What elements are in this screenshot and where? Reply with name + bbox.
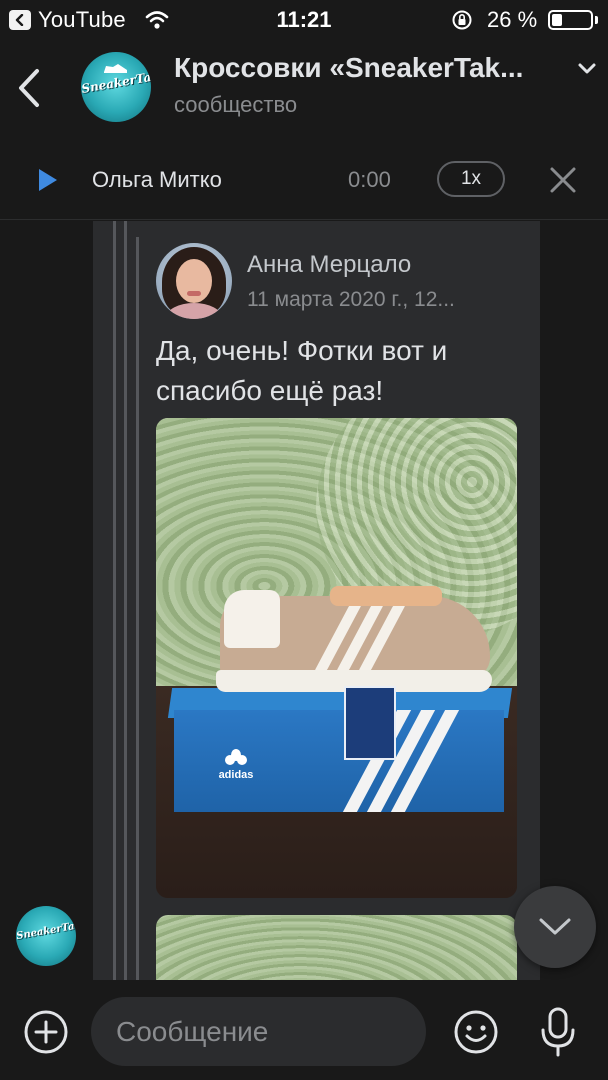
quoted-author-name[interactable]: Анна Мерцало bbox=[247, 251, 411, 279]
playback-speed-button[interactable]: 1x bbox=[437, 161, 505, 197]
audio-time: 0:00 bbox=[348, 167, 391, 192]
chevron-down-icon bbox=[539, 918, 571, 935]
message-input[interactable]: Сообщение bbox=[91, 997, 426, 1066]
chat-title[interactable]: Кроссовки «SneakerTak... bbox=[174, 52, 569, 84]
close-icon[interactable] bbox=[549, 166, 577, 199]
status-bar: YouTube 11:21 26 % bbox=[0, 0, 608, 40]
author-avatar[interactable] bbox=[156, 243, 232, 319]
battery-icon bbox=[548, 10, 593, 30]
play-icon[interactable] bbox=[37, 167, 59, 198]
quote-line bbox=[113, 221, 116, 980]
orientation-lock-icon bbox=[451, 9, 473, 36]
chat-header: SneakerTakes Кроссовки «SneakerTak... со… bbox=[0, 40, 608, 140]
chevron-down-icon[interactable] bbox=[577, 62, 597, 81]
sneaker-logo-icon bbox=[104, 64, 127, 73]
quoted-post-date: 11 марта 2020 г., 12... bbox=[247, 288, 455, 311]
battery-level bbox=[552, 14, 562, 26]
quoted-post-text: Да, очень! Фотки вот и спасибо ещё раз! bbox=[156, 335, 448, 406]
community-logo-text: SneakerTakes bbox=[16, 917, 76, 943]
message-feed[interactable]: Анна Мерцало 11 марта 2020 г., 12... Да,… bbox=[0, 221, 608, 980]
box-brand-text: adidas bbox=[218, 769, 254, 781]
battery-percent: 26 % bbox=[487, 7, 538, 32]
scroll-to-bottom-button[interactable] bbox=[514, 886, 596, 968]
chat-subtitle: сообщество bbox=[174, 92, 298, 117]
box-brand-logo: adidas bbox=[216, 748, 256, 781]
trefoil-icon bbox=[225, 749, 247, 765]
message-composer: Сообщение bbox=[0, 980, 608, 1080]
smile-icon[interactable] bbox=[453, 1009, 499, 1060]
plus-circle-icon[interactable] bbox=[23, 1009, 69, 1060]
community-avatar[interactable]: SneakerTakes bbox=[81, 52, 151, 122]
audio-author[interactable]: Ольга Митко bbox=[92, 167, 222, 193]
quote-line bbox=[136, 237, 139, 980]
microphone-icon[interactable] bbox=[540, 1006, 576, 1063]
post-photo-2[interactable] bbox=[156, 915, 517, 980]
chevron-left-icon[interactable] bbox=[15, 68, 43, 113]
battery-tip bbox=[595, 16, 598, 24]
quote-line bbox=[124, 221, 127, 980]
community-avatar-small[interactable]: SneakerTakes bbox=[16, 906, 76, 966]
post-photo[interactable]: adidas bbox=[156, 418, 517, 898]
audio-player-bar: Ольга Митко 0:00 1x bbox=[0, 140, 608, 220]
